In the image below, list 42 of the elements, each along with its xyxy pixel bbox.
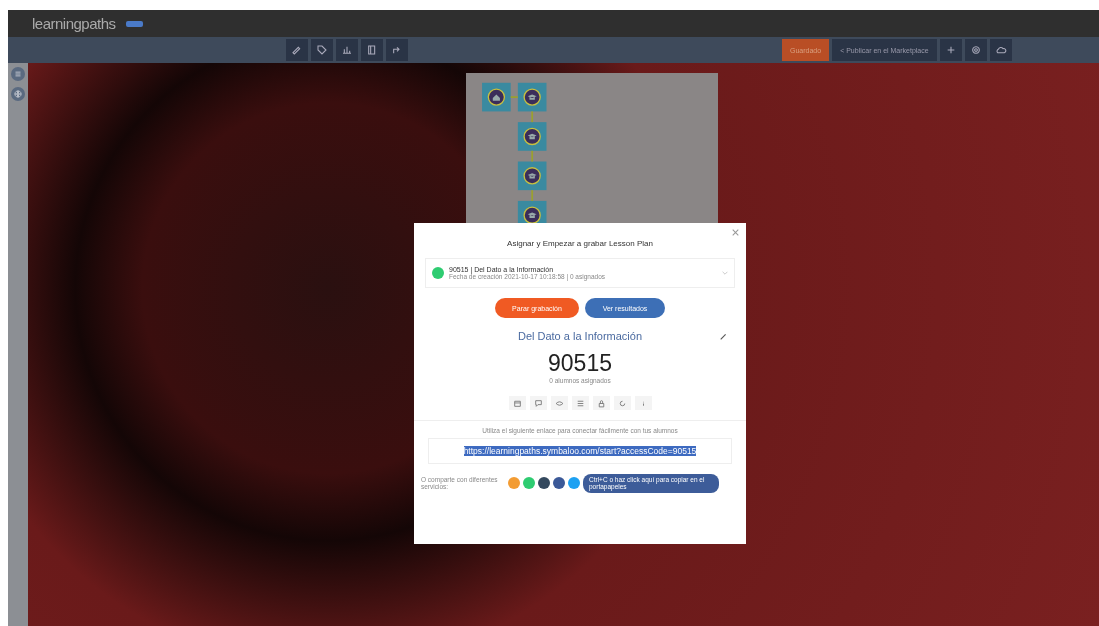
link-field[interactable]: https://learningpaths.symbaloo.com/start?accessCode=90515	[428, 438, 732, 464]
pencil-icon[interactable]	[720, 333, 727, 340]
refresh-icon	[617, 398, 627, 408]
comment-icon	[533, 398, 543, 408]
plus-button[interactable]	[939, 39, 962, 61]
app-logo: learningpaths	[32, 15, 116, 32]
comment-option-button[interactable]	[529, 396, 547, 410]
access-link[interactable]: https://learningpaths.symbaloo.com/start?accessCode=90515	[463, 446, 697, 456]
list-icon	[575, 398, 585, 408]
menu-button[interactable]	[11, 67, 25, 81]
close-icon[interactable]	[731, 228, 740, 237]
chart-tool-button[interactable]	[336, 39, 358, 61]
plan-title: Del Dato a la Información	[517, 330, 643, 342]
book-icon	[366, 44, 378, 56]
lock-icon	[596, 398, 606, 408]
cloud-button[interactable]	[989, 39, 1012, 61]
dialog-title: Asignar y Empezar a grabar Lesson Plan	[507, 239, 653, 248]
caret-icon	[722, 271, 728, 275]
cloud-icon	[994, 44, 1007, 56]
menu-icon	[13, 69, 23, 79]
gear-icon	[969, 44, 982, 56]
calendar-option-button[interactable]	[508, 396, 526, 410]
eye-icon	[554, 398, 564, 408]
pencil-tool-button[interactable]	[286, 39, 308, 61]
share-service-button[interactable]	[553, 477, 565, 490]
eye-option-button[interactable]	[550, 396, 568, 410]
calendar-icon	[512, 398, 522, 408]
tag-icon	[316, 44, 328, 56]
chart-icon	[341, 44, 353, 56]
tag-tool-button[interactable]	[311, 39, 333, 61]
share-icon	[391, 44, 403, 56]
gear-button[interactable]	[964, 39, 987, 61]
share-service-button[interactable]	[538, 477, 550, 490]
share-tool-button[interactable]	[386, 39, 408, 61]
access-code: 90515	[548, 350, 612, 377]
pencil-icon	[291, 44, 303, 56]
status-icon	[432, 267, 444, 279]
refresh-option-button[interactable]	[613, 396, 631, 410]
logo-badge	[125, 20, 143, 27]
list-option-button[interactable]	[571, 396, 589, 410]
lock-option-button[interactable]	[592, 396, 610, 410]
book-tool-button[interactable]	[361, 39, 383, 61]
